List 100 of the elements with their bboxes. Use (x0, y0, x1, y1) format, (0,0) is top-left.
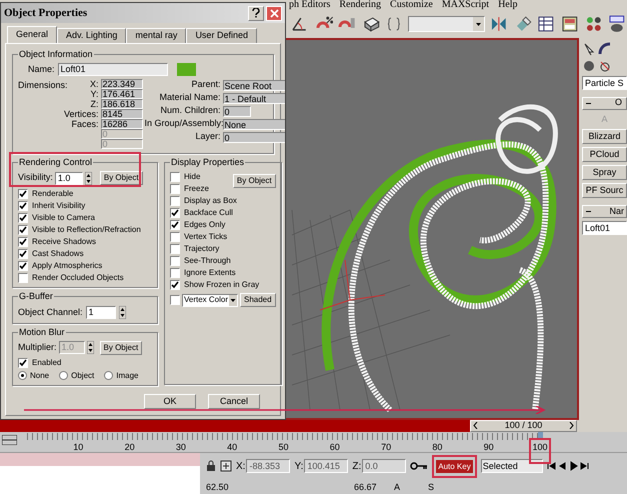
category-dropdown[interactable]: Particle S (582, 76, 627, 90)
tab[interactable]: Adv. Lighting (57, 28, 126, 43)
rollout-header[interactable]: Nar (582, 205, 627, 218)
chevron-right-icon[interactable] (568, 422, 574, 430)
field-label: In Group/Assembly: (144, 117, 223, 130)
tab[interactable]: General (7, 26, 58, 43)
coordinate-field[interactable]: 0.0 (362, 459, 406, 474)
checkbox[interactable] (170, 244, 180, 254)
by-object-button[interactable]: By Object (100, 340, 142, 354)
checkbox[interactable] (170, 184, 180, 194)
help-button[interactable] (248, 6, 264, 20)
close-button[interactable] (266, 6, 282, 20)
input-field[interactable]: 1 (86, 306, 116, 320)
radio-button[interactable] (104, 371, 114, 380)
playback-icon[interactable] (558, 461, 568, 472)
checkbox-label: Display as Box (184, 195, 237, 207)
name-field[interactable]: Loft01 (58, 63, 168, 76)
playback-icon[interactable] (580, 461, 590, 472)
ruler-label: 50 (278, 440, 288, 454)
radio-button[interactable] (59, 371, 68, 380)
checkbox[interactable] (170, 295, 180, 305)
checkbox[interactable] (18, 213, 28, 223)
table-icon[interactable] (536, 14, 556, 34)
name-field[interactable]: Loft01 (582, 221, 627, 236)
object-type-button[interactable]: PF Sourc (582, 183, 627, 198)
playback-icon[interactable] (568, 461, 579, 472)
tab[interactable]: User Defined (186, 28, 257, 43)
checkbox[interactable] (170, 232, 180, 242)
time-slider-track[interactable]: 100 / 100 (0, 420, 577, 432)
spinner-icon[interactable] (86, 341, 94, 354)
cancel-button[interactable]: Cancel (208, 394, 260, 408)
checkbox[interactable] (170, 256, 180, 266)
checkbox[interactable] (18, 225, 28, 235)
field-label: Layer: (194, 130, 222, 144)
vertex-color-dropdown[interactable]: Vertex Color (182, 294, 238, 306)
menu-item[interactable]: Customize (390, 0, 433, 10)
selection-set-dropdown[interactable] (408, 16, 485, 32)
coordinate-label: X: (236, 460, 246, 474)
radio-label: Image (116, 370, 138, 382)
checkbox-label: Visible to Reflection/Refraction (32, 224, 141, 236)
by-object-button[interactable]: By Object (100, 171, 143, 185)
shaded-button[interactable]: Shaded (240, 293, 276, 307)
value-field: 0 (222, 132, 285, 142)
spinner-icon[interactable] (84, 172, 92, 184)
radio-button[interactable] (18, 371, 27, 380)
time-slider-thumb[interactable]: 100 / 100 (470, 420, 577, 432)
transform-icon[interactable] (220, 460, 232, 472)
value-field: 223.349 (100, 78, 143, 88)
field-label: Material Name: (158, 91, 222, 104)
lock-icon[interactable] (206, 460, 216, 472)
listener-field[interactable] (0, 452, 200, 466)
menu-item[interactable]: ph Editors (289, 0, 330, 10)
chevron-left-icon[interactable] (473, 422, 478, 430)
status-value: 62.50 (206, 480, 230, 494)
track-icon[interactable] (2, 434, 17, 445)
by-object-button[interactable]: By Object (232, 174, 276, 188)
checkbox[interactable] (170, 208, 180, 218)
object-type-button[interactable]: PCloud (582, 147, 627, 162)
tab[interactable]: mental ray (126, 28, 186, 43)
object-type-button[interactable]: Blizzard (582, 129, 627, 144)
menu-item[interactable]: Help (498, 0, 518, 10)
checkbox[interactable] (18, 237, 28, 247)
ruler-label: 60 (330, 440, 340, 454)
annotation-box (529, 438, 551, 464)
checkbox[interactable] (170, 172, 180, 182)
color-swatch[interactable] (176, 63, 196, 76)
coordinate-field[interactable]: -88.353 (246, 459, 290, 474)
checkbox[interactable] (18, 261, 28, 271)
ok-button[interactable]: OK (144, 394, 196, 408)
curve-icon[interactable] (598, 42, 612, 56)
rollout-title: Nar (609, 204, 624, 218)
auto-key-button[interactable]: Auto Key (436, 460, 473, 474)
ruler-label: 30 (176, 440, 186, 454)
frame-marker[interactable] (538, 432, 543, 440)
spinner-icon[interactable] (118, 306, 126, 320)
checkbox-label: Edges Only (184, 219, 226, 231)
checkbox[interactable] (170, 268, 180, 278)
checkbox[interactable] (18, 189, 28, 199)
pointer-icon[interactable] (582, 42, 596, 56)
checkbox[interactable] (18, 201, 28, 211)
checkbox[interactable] (18, 273, 28, 283)
checkbox[interactable] (170, 280, 180, 290)
input-field[interactable]: 1.0 (54, 172, 83, 184)
checkbox[interactable] (170, 220, 180, 230)
checkbox[interactable] (18, 249, 28, 259)
playback-icon[interactable] (546, 461, 557, 472)
rollout-header[interactable]: O (582, 96, 627, 110)
key-filter-dropdown[interactable]: Selected (480, 459, 543, 474)
menu-item[interactable]: MAXScript (442, 0, 490, 10)
checkbox[interactable] (18, 358, 28, 368)
checkbox[interactable] (170, 196, 180, 206)
prompt-field[interactable] (0, 466, 200, 494)
key-icon[interactable] (410, 461, 428, 472)
field-label: X: (90, 78, 100, 88)
sphere-icon[interactable] (582, 58, 596, 73)
schematic-icon[interactable] (560, 14, 580, 34)
menu-item[interactable]: Rendering (339, 0, 382, 10)
ruler-label: 20 (124, 440, 135, 454)
object-type-button[interactable]: Spray (582, 165, 627, 180)
coordinate-field[interactable]: 100.415 (304, 459, 348, 474)
